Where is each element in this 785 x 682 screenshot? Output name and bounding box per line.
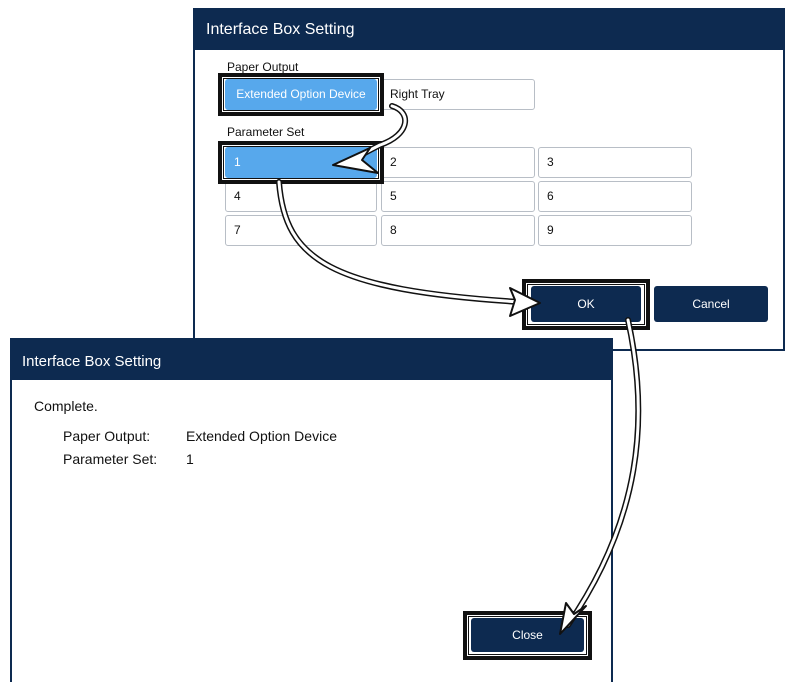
parameter-set-label: Parameter Set	[227, 125, 305, 139]
parameter-set-5[interactable]: 5	[381, 181, 535, 212]
paper-output-right-tray[interactable]: Right Tray	[381, 79, 535, 110]
parameter-set-4[interactable]: 4	[225, 181, 377, 212]
complete-dialog: Interface Box Setting Complete. Paper Ou…	[10, 338, 613, 682]
parameter-set-key: Parameter Set:	[63, 451, 158, 467]
parameter-set-6[interactable]: 6	[538, 181, 692, 212]
paper-output-label: Paper Output	[227, 60, 299, 74]
paper-output-key: Paper Output:	[63, 428, 151, 444]
parameter-set-2[interactable]: 2	[381, 147, 535, 178]
cancel-button[interactable]: Cancel	[654, 286, 768, 322]
setting-dialog: Interface Box Setting Paper Output Exten…	[193, 8, 785, 351]
ok-button[interactable]: OK	[531, 286, 641, 322]
paper-output-extended-option-device[interactable]: Extended Option Device	[225, 79, 377, 110]
dialog-title: Interface Box Setting	[12, 340, 611, 380]
parameter-set-value: 1	[186, 451, 194, 467]
parameter-set-7[interactable]: 7	[225, 215, 377, 246]
parameter-set-9[interactable]: 9	[538, 215, 692, 246]
paper-output-value: Extended Option Device	[186, 428, 337, 444]
dialog-title: Interface Box Setting	[195, 10, 783, 50]
parameter-set-1[interactable]: 1	[225, 147, 377, 178]
parameter-set-8[interactable]: 8	[381, 215, 535, 246]
complete-message: Complete.	[34, 398, 98, 414]
parameter-set-3[interactable]: 3	[538, 147, 692, 178]
close-button[interactable]: Close	[471, 618, 584, 652]
